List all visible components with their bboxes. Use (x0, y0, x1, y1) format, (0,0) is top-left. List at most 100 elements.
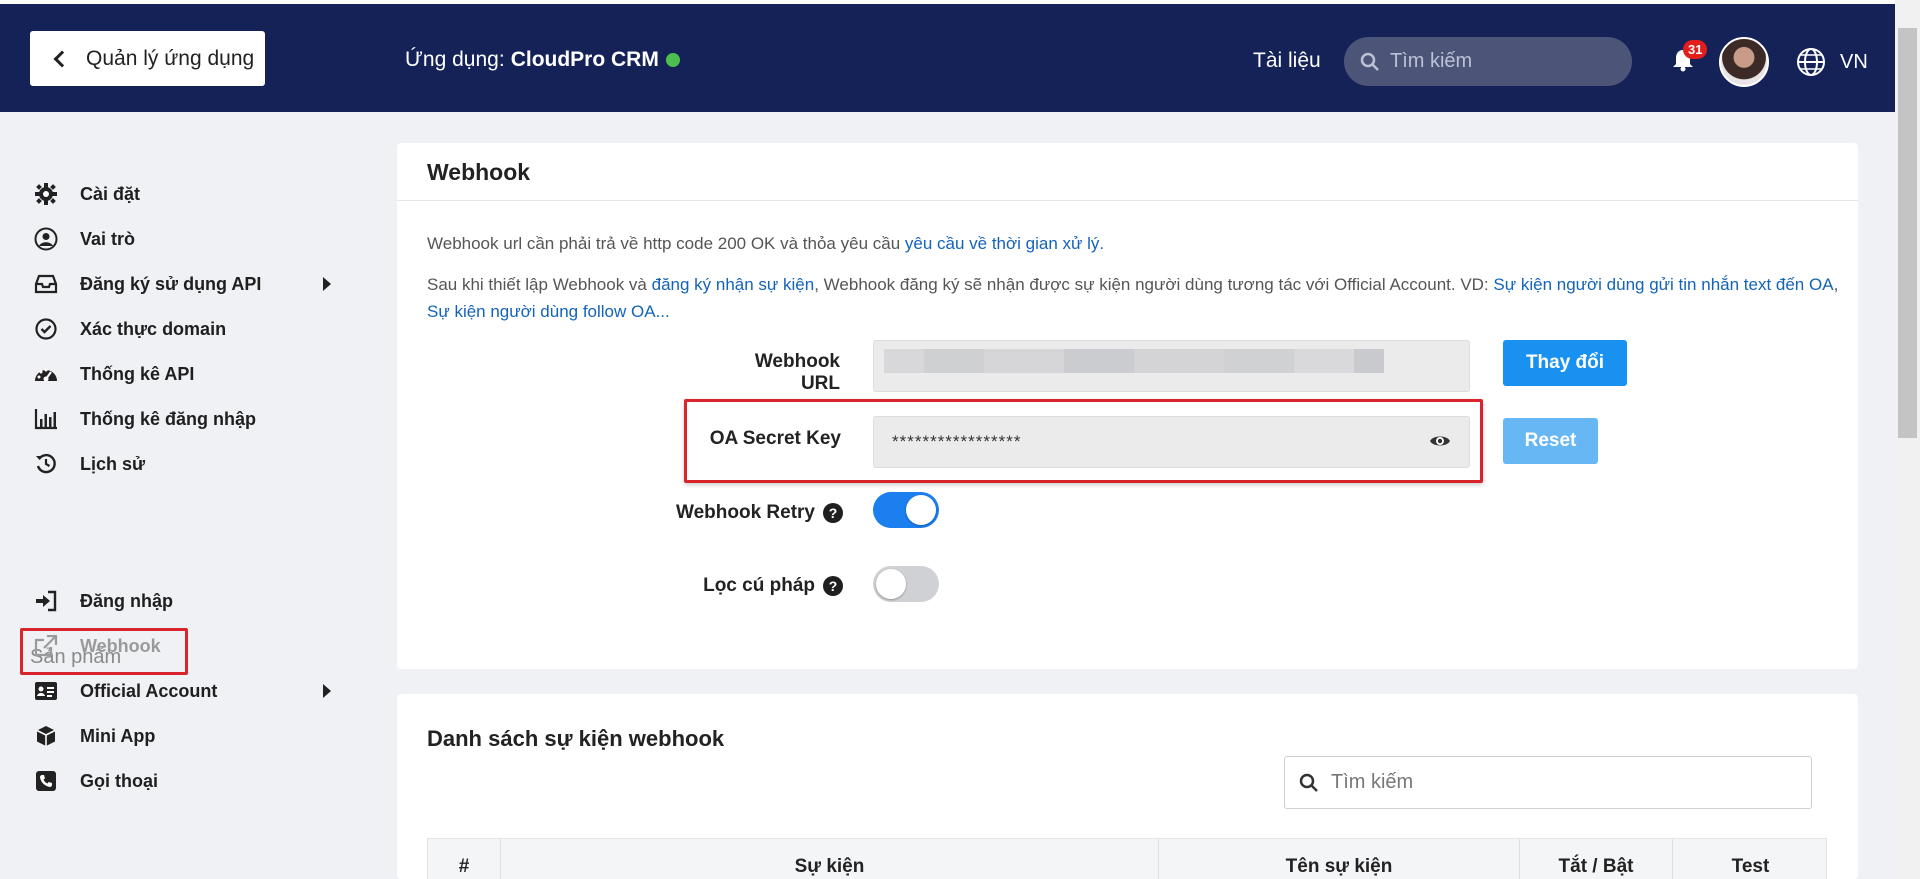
history-icon (34, 452, 58, 476)
blurred-url-segment (924, 349, 984, 373)
app-title: Ứng dụng: CloudPro CRM (405, 48, 680, 72)
caret-right-icon (323, 277, 331, 291)
events-search-placeholder: Tìm kiếm (1331, 771, 1414, 793)
column-header-event-name: Tên sự kiện (1159, 839, 1520, 879)
webhook-title: Webhook (427, 159, 531, 185)
sidebar-item-login[interactable]: Đăng nhập (34, 586, 334, 616)
chevron-left-icon (53, 50, 71, 67)
processing-time-link[interactable]: yêu cầu về thời gian xử lý. (905, 234, 1104, 253)
gear-icon (34, 182, 58, 206)
sidebar-item-label: Thống kê đăng nhập (80, 408, 256, 429)
sidebar-item-label: Mini App (80, 725, 156, 746)
secret-key-highlight-frame (684, 399, 1483, 483)
user-circle-icon (34, 227, 58, 251)
title-divider (397, 200, 1858, 201)
toggle-knob (906, 495, 936, 525)
events-table-header: # Sự kiện Tên sự kiện Tắt / Bật Test (427, 838, 1827, 879)
notification-badge: 31 (1683, 40, 1708, 59)
header-search-input[interactable]: Tìm kiếm (1344, 37, 1632, 86)
help-icon[interactable]: ? (823, 576, 843, 596)
inbox-icon (34, 272, 58, 296)
webhook-url-label: Webhook URL (754, 351, 840, 394)
webhook-description-1: Webhook url cần phải trả về http code 20… (427, 230, 1847, 257)
webhook-url-field[interactable] (873, 340, 1470, 392)
phone-icon (34, 769, 58, 793)
back-to-app-management-button[interactable]: Quản lý ứng dụng (30, 31, 265, 86)
sidebar-item-label: Xác thực domain (80, 318, 227, 339)
gauge-icon (34, 362, 58, 386)
top-header: Quản lý ứng dụng Ứng dụng: CloudPro CRM … (0, 0, 1895, 112)
sign-in-icon (34, 589, 58, 613)
column-header-toggle: Tắt / Bật (1520, 839, 1673, 879)
column-header-index: # (428, 839, 501, 879)
sidebar-item-api-stats[interactable]: Thống kê API (34, 359, 334, 389)
sidebar-item-label: Vai trò (80, 228, 136, 249)
back-button-label: Quản lý ứng dụng (86, 46, 255, 70)
toggle-knob (876, 569, 906, 599)
sidebar-item-label: Cài đặt (80, 183, 141, 204)
events-title: Danh sách sự kiện webhook (427, 726, 725, 751)
sidebar-item-api-registration[interactable]: Đăng ký sử dụng API (34, 269, 334, 299)
sidebar-item-login-stats[interactable]: Thống kê đăng nhập (34, 404, 334, 434)
desc2-separator: , (1833, 275, 1839, 294)
app-name: CloudPro CRM (510, 48, 659, 71)
scrollbar-thumb[interactable] (1898, 28, 1917, 438)
blurred-url-segment (1224, 349, 1294, 373)
events-search-input[interactable]: Tìm kiếm (1284, 756, 1812, 809)
blurred-url-segment (1294, 349, 1354, 373)
webhook-description-2: Sau khi thiết lập Webhook và đăng ký nhậ… (427, 271, 1847, 325)
sidebar-item-label: Đăng ký sử dụng API (80, 273, 262, 294)
sidebar-item-domain-verification[interactable]: Xác thực domain (34, 314, 334, 344)
help-icon[interactable]: ? (823, 503, 843, 523)
sidebar-item-label: Lịch sử (80, 453, 146, 474)
caret-right-icon (323, 684, 331, 698)
desc1-text: Webhook url cần phải trả về http code 20… (427, 234, 905, 253)
blurred-url-segment (1134, 349, 1224, 373)
column-header-event: Sự kiện (501, 839, 1159, 879)
blurred-url-segment (884, 349, 924, 373)
webhook-retry-label: Webhook Retry? (647, 502, 843, 524)
docs-link[interactable]: Tài liệu (1253, 49, 1321, 73)
header-search-placeholder: Tìm kiếm (1390, 50, 1473, 72)
sidebar-item-history[interactable]: Lịch sử (34, 449, 334, 479)
column-header-test: Test (1731, 856, 1770, 877)
webhook-retry-text: Webhook Retry (675, 502, 815, 523)
cube-icon (34, 724, 58, 748)
app-prefix: Ứng dụng: (405, 48, 505, 71)
sidebar-item-label: Gọi thoại (80, 770, 158, 791)
webhook-highlight-frame (20, 628, 188, 675)
sidebar-item-label: Thống kê API (80, 363, 195, 384)
desc2-text-a: Sau khi thiết lập Webhook và (427, 275, 652, 294)
reset-secret-button[interactable]: Reset (1503, 418, 1598, 464)
webhook-retry-toggle[interactable] (873, 492, 939, 528)
blurred-url-segment (984, 349, 1064, 373)
sidebar-item-roles[interactable]: Vai trò (34, 224, 334, 254)
subscribe-events-link[interactable]: đăng ký nhận sự kiện (652, 275, 815, 294)
syntax-filter-text: Lọc cú pháp (703, 575, 815, 596)
sidebar-item-label: Đăng nhập (80, 590, 173, 611)
blurred-url-segment (1354, 349, 1384, 373)
sidebar-item-label: Official Account (80, 680, 218, 701)
sidebar-item-voice-call[interactable]: Gọi thoại (34, 766, 334, 796)
bar-chart-icon (34, 407, 58, 431)
globe-icon[interactable] (1796, 47, 1826, 77)
syntax-filter-label: Lọc cú pháp? (647, 575, 843, 597)
id-card-icon (34, 679, 58, 703)
sidebar-item-official-account[interactable]: Official Account (34, 676, 334, 706)
language-selector[interactable]: VN (1840, 51, 1868, 74)
check-circle-icon (34, 317, 58, 341)
search-icon (1360, 52, 1379, 71)
avatar[interactable] (1719, 37, 1769, 87)
blurred-url-segment (1064, 349, 1134, 373)
webhook-events-card: Danh sách sự kiện webhook Tìm kiếm # Sự … (397, 694, 1858, 879)
search-icon (1299, 773, 1318, 792)
online-status-icon (665, 53, 680, 67)
sidebar-item-mini-app[interactable]: Mini App (34, 721, 334, 751)
syntax-filter-toggle[interactable] (873, 566, 939, 602)
change-url-button[interactable]: Thay đổi (1503, 340, 1627, 386)
desc2-text-b: , Webhook đăng ký sẽ nhận được sự kiện n… (814, 275, 1494, 294)
follow-event-link[interactable]: Sự kiện người dùng follow OA... (427, 302, 670, 321)
sidebar: Cài đặt Vai trò Đăng ký sử dụng API Xác … (0, 112, 380, 879)
text-message-event-link[interactable]: Sự kiện người dùng gửi tin nhắn text đến… (1493, 275, 1833, 294)
sidebar-item-settings[interactable]: Cài đặt (34, 179, 334, 209)
